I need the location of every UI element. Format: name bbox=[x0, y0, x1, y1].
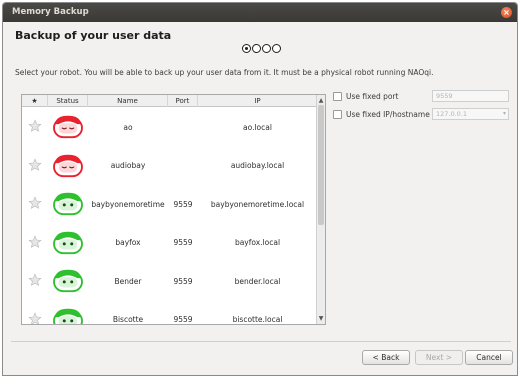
robot-online-icon bbox=[53, 231, 83, 254]
robot-online-icon bbox=[53, 192, 83, 216]
robot-name: audiobay bbox=[110, 161, 146, 171]
fixed-port-label: Use fixed port bbox=[346, 92, 399, 101]
table-scrollbar[interactable]: ▲ ▼ bbox=[316, 95, 325, 324]
fixed-ip-option[interactable]: Use fixed IP/hostname bbox=[333, 110, 430, 119]
star-icon[interactable] bbox=[28, 158, 42, 172]
status-cell bbox=[48, 266, 88, 296]
instructions-text: Select your robot. You will be able to b… bbox=[15, 68, 434, 77]
cancel-button[interactable]: Cancel bbox=[465, 350, 513, 365]
chevron-down-icon[interactable]: ▾ bbox=[503, 109, 506, 119]
fixed-port-option[interactable]: Use fixed port bbox=[333, 92, 398, 101]
fixed-ip-combobox[interactable]: 127.0.0.1 ▾ bbox=[432, 108, 509, 120]
scroll-up-icon[interactable]: ▲ bbox=[317, 96, 325, 105]
robot-offline-icon bbox=[53, 154, 83, 177]
robot-ip: baybyonemoretime.local bbox=[210, 199, 305, 209]
status-cell bbox=[48, 189, 88, 219]
step-indicator bbox=[242, 44, 281, 55]
column-header-ip[interactable]: IP bbox=[198, 95, 317, 107]
table-row[interactable]: bayfox 9559 bayfox.local bbox=[22, 224, 317, 263]
robot-ip: audiobay.local bbox=[230, 161, 285, 171]
table-row[interactable]: baybyonemoretime 9559 baybyonemoretime.loc… bbox=[22, 185, 317, 224]
robot-offline-icon bbox=[53, 115, 83, 139]
status-cell bbox=[48, 151, 88, 181]
table-row[interactable]: Bender 9559 bender.local bbox=[22, 262, 317, 301]
robot-port: 9559 bbox=[173, 238, 193, 248]
step-1-icon bbox=[242, 44, 251, 53]
fixed-ip-label: Use fixed IP/hostname bbox=[346, 110, 430, 119]
fixed-port-input[interactable]: 9559 bbox=[432, 90, 509, 102]
column-header-name[interactable]: Name bbox=[88, 95, 168, 107]
step-4-icon bbox=[272, 44, 281, 53]
column-header-status[interactable]: Status bbox=[48, 95, 88, 107]
favorite-cell[interactable] bbox=[22, 196, 48, 212]
robot-ip: biscotte.local bbox=[232, 315, 283, 325]
robot-name: ao bbox=[123, 122, 133, 132]
robot-port: 9559 bbox=[173, 315, 193, 325]
robot-name: Bender bbox=[114, 276, 142, 286]
table-row[interactable]: ao ao.local bbox=[22, 108, 317, 147]
status-cell bbox=[48, 112, 88, 142]
window-title: Memory Backup bbox=[12, 7, 89, 17]
favorite-cell[interactable] bbox=[22, 119, 48, 135]
scroll-thumb[interactable] bbox=[318, 105, 324, 225]
favorite-cell[interactable] bbox=[22, 273, 48, 289]
next-button[interactable]: Next > bbox=[415, 350, 463, 365]
robot-name: baybyonemoretime bbox=[91, 199, 165, 209]
close-icon[interactable]: × bbox=[501, 7, 512, 18]
robot-ip: ao.local bbox=[243, 122, 272, 132]
robot-port: 9559 bbox=[173, 276, 193, 286]
title-bar[interactable]: Memory Backup × bbox=[3, 3, 517, 22]
table-body: ao ao.local audiobay audiobay.local baybyone… bbox=[22, 108, 317, 325]
fixed-port-checkbox[interactable] bbox=[333, 92, 342, 101]
scroll-down-icon[interactable]: ▼ bbox=[317, 314, 325, 323]
robot-port: 9559 bbox=[173, 199, 193, 209]
favorite-cell[interactable] bbox=[22, 235, 48, 251]
memory-backup-window: Memory Backup × Backup of your user data… bbox=[2, 2, 518, 376]
step-3-icon bbox=[262, 44, 271, 53]
star-icon[interactable] bbox=[28, 196, 42, 210]
robot-online-icon bbox=[53, 308, 83, 324]
column-header-port[interactable]: Port bbox=[168, 95, 198, 107]
column-header-star[interactable]: ★ bbox=[22, 95, 48, 107]
robot-online-icon bbox=[53, 269, 83, 293]
favorite-cell[interactable] bbox=[22, 312, 48, 325]
table-row[interactable]: Biscotte 9559 biscotte.local bbox=[22, 301, 317, 325]
status-cell bbox=[48, 305, 88, 324]
fixed-ip-value: 127.0.0.1 bbox=[436, 110, 468, 118]
robot-name: bayfox bbox=[115, 238, 141, 248]
robot-ip: bayfox.local bbox=[234, 238, 281, 248]
star-icon[interactable] bbox=[28, 119, 42, 133]
star-icon[interactable] bbox=[28, 235, 42, 249]
star-icon[interactable] bbox=[28, 273, 42, 287]
robot-ip: bender.local bbox=[234, 276, 281, 286]
back-button[interactable]: < Back bbox=[362, 350, 410, 365]
table-header: ★ Status Name Port IP bbox=[22, 95, 317, 107]
robot-table: ★ Status Name Port IP ao ao.local audiobay… bbox=[21, 94, 326, 325]
status-cell bbox=[48, 228, 88, 258]
table-row[interactable]: audiobay audiobay.local bbox=[22, 147, 317, 186]
step-2-icon bbox=[252, 44, 261, 53]
fixed-ip-checkbox[interactable] bbox=[333, 110, 342, 119]
star-icon[interactable] bbox=[28, 312, 42, 325]
button-separator bbox=[11, 341, 511, 342]
robot-name: Biscotte bbox=[112, 315, 144, 325]
favorite-cell[interactable] bbox=[22, 158, 48, 174]
page-title: Backup of your user data bbox=[15, 29, 172, 42]
